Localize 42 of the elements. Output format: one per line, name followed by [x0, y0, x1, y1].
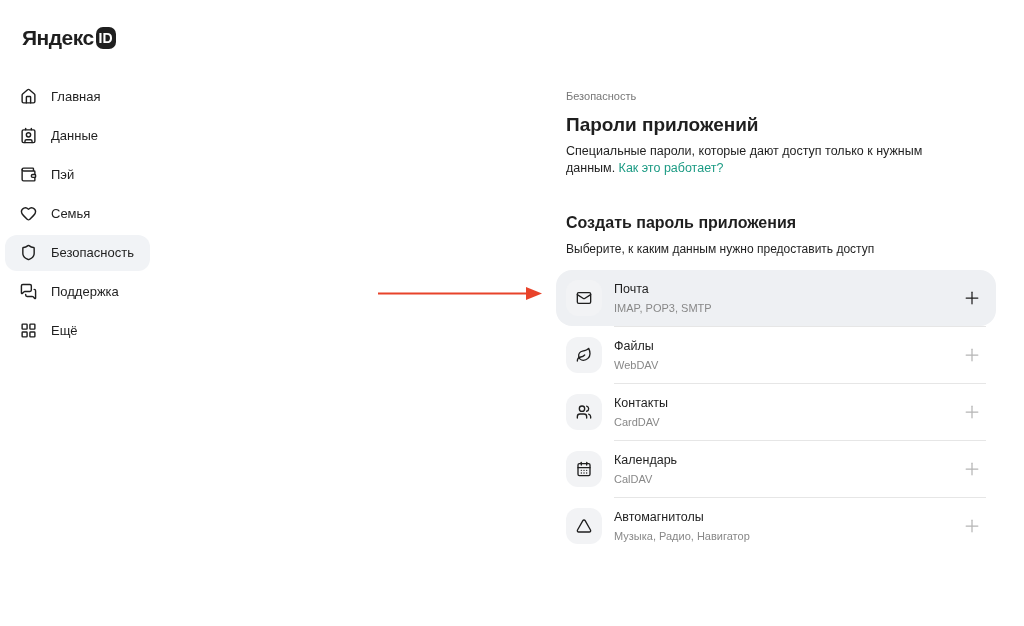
- app-protocols: CalDAV: [614, 471, 654, 487]
- page-title: Пароли приложений: [566, 112, 760, 137]
- mail-icon: [576, 290, 592, 306]
- sidebar-item[interactable]: Главная: [5, 78, 117, 115]
- app-name: Контакты: [614, 394, 669, 412]
- app-name: Календарь: [614, 451, 679, 469]
- sidebar-item[interactable]: Поддержка: [5, 273, 135, 310]
- section-title: Создать пароль приложения: [566, 213, 798, 233]
- app-protocols: WebDAV: [614, 357, 660, 373]
- sidebar-item[interactable]: Данные: [5, 117, 114, 154]
- grid-icon: [20, 322, 37, 339]
- breadcrumb: Безопасность: [566, 89, 638, 104]
- app-protocols: IMAP, POP3, SMTP: [614, 300, 713, 316]
- app-protocols: CardDAV: [614, 414, 661, 430]
- leaf-icon: [576, 347, 592, 363]
- logo-badge: ID: [95, 26, 116, 49]
- sidebar-item[interactable]: Пэй: [5, 156, 91, 193]
- section-subtitle: Выберите, к каким данным нужно предоставить доступ: [566, 241, 876, 258]
- app-row[interactable]: Автомагнитолы Музыка, Радио, Навигатор: [556, 498, 996, 554]
- sidebar-item[interactable]: Семья: [5, 195, 107, 232]
- app-row[interactable]: Контакты CardDAV: [556, 384, 996, 440]
- chat-icon: [20, 283, 37, 300]
- calendar-icon: [576, 461, 592, 477]
- id-card-icon: [20, 127, 37, 144]
- logo-wordmark: Яндекс: [22, 25, 94, 51]
- sidebar-item[interactable]: Ещё: [5, 312, 94, 349]
- triangle-icon: [576, 518, 592, 534]
- heart-icon: [20, 205, 37, 222]
- app-row[interactable]: Почта IMAP, POP3, SMTP: [556, 270, 996, 326]
- app-row[interactable]: Календарь CalDAV: [556, 441, 996, 497]
- app-name: Почта: [614, 280, 650, 298]
- people-icon: [576, 404, 592, 420]
- app-row[interactable]: Файлы WebDAV: [556, 327, 996, 383]
- wallet-icon: [20, 166, 37, 183]
- home-icon: [20, 88, 37, 105]
- shield-icon: [20, 244, 37, 261]
- help-link[interactable]: Как это работает?: [618, 161, 724, 175]
- sidebar-item[interactable]: Безопасность: [5, 234, 150, 271]
- app-protocols: Музыка, Радио, Навигатор: [614, 528, 751, 544]
- app-name: Автомагнитолы: [614, 508, 705, 526]
- page-description: Специальные пароли, которые дают доступ только к нужным данным. Как это работает?: [566, 143, 924, 177]
- app-name: Файлы: [614, 337, 655, 355]
